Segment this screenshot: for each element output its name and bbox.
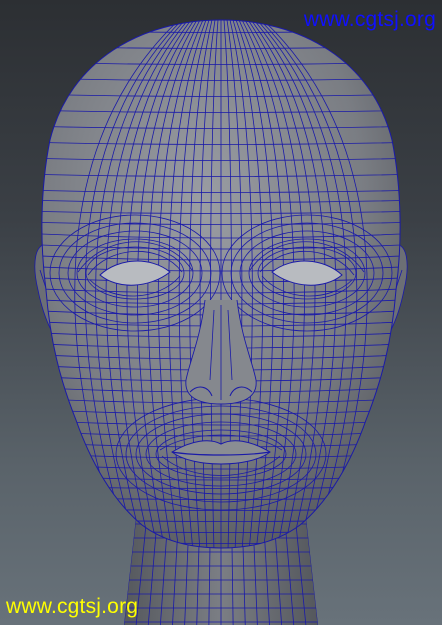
watermark-bottom: www.cgtsj.org <box>6 595 139 618</box>
watermark-top: www.cgtsj.org <box>303 8 436 31</box>
head-wireframe-model <box>34 19 408 625</box>
3d-viewport[interactable]: www.cgtsj.org www.cgtsj.org <box>0 0 442 625</box>
head-surface <box>41 19 401 549</box>
